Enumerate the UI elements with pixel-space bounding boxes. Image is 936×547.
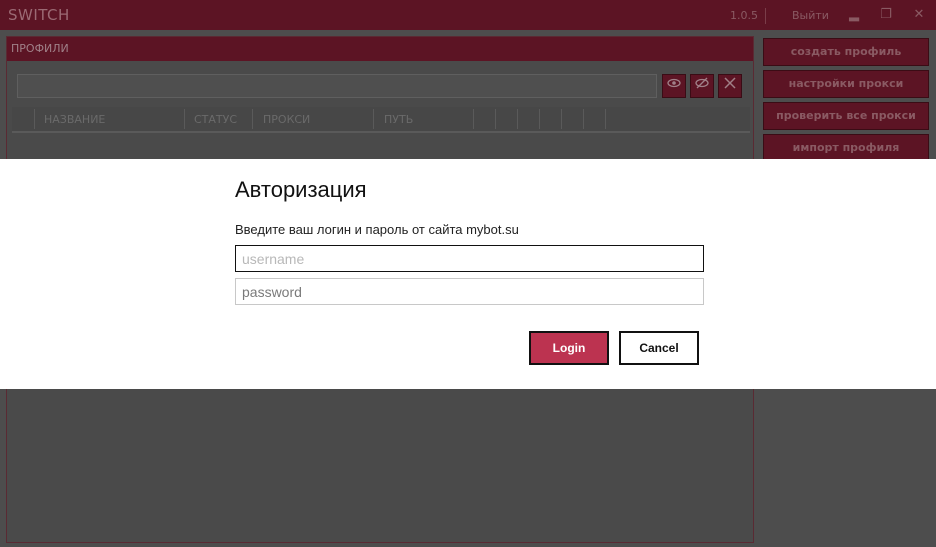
column-proxy[interactable]: ПРОКСИ: [263, 113, 310, 126]
password-field[interactable]: [235, 278, 704, 305]
profiles-title: ПРОФИЛИ: [11, 42, 69, 55]
import-profile-button[interactable]: импорт профиля: [763, 134, 929, 162]
hide-icon[interactable]: [690, 74, 714, 98]
search-input[interactable]: [17, 74, 657, 98]
username-field[interactable]: [235, 245, 704, 272]
profiles-header: ПРОФИЛИ: [7, 37, 753, 61]
table-header: НАЗВАНИЕ СТАТУС ПРОКСИ ПУТЬ: [12, 107, 750, 133]
maximize-icon[interactable]: ❐: [876, 5, 896, 25]
auth-dialog: Авторизация Введите ваш логин и пароль о…: [0, 159, 936, 389]
proxy-settings-button[interactable]: настройки прокси: [763, 70, 929, 98]
show-icon[interactable]: [662, 74, 686, 98]
logout-button[interactable]: Выйти: [792, 9, 829, 22]
dialog-title: Авторизация: [235, 177, 367, 202]
minimize-icon[interactable]: ▂: [844, 5, 864, 25]
title-bar: SWITCH 1.0.5 Выйти ▂ ❐ ✕: [0, 0, 936, 30]
column-name[interactable]: НАЗВАНИЕ: [44, 113, 105, 126]
titlebar-divider: [765, 8, 766, 24]
column-path[interactable]: ПУТЬ: [384, 113, 413, 126]
column-status[interactable]: СТАТУС: [194, 113, 237, 126]
cancel-button[interactable]: Cancel: [619, 331, 699, 365]
close-icon[interactable]: ✕: [909, 5, 929, 25]
check-all-proxies-button[interactable]: проверить все прокси: [763, 102, 929, 130]
dialog-subtitle: Введите ваш логин и пароль от сайта mybo…: [235, 222, 519, 237]
app-title: SWITCH: [8, 6, 70, 24]
login-button[interactable]: Login: [529, 331, 609, 365]
create-profile-button[interactable]: создать профиль: [763, 38, 929, 66]
clear-icon[interactable]: [718, 74, 742, 98]
version-label: 1.0.5: [730, 9, 758, 22]
